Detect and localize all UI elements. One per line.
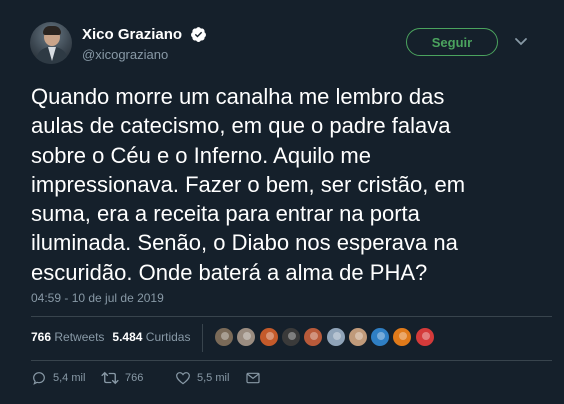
author-handle[interactable]: @xicograziano (82, 47, 168, 62)
like-count: 5,5 mil (197, 372, 230, 384)
mail-icon (246, 372, 260, 384)
liker-avatar[interactable] (280, 327, 301, 347)
tweet-line: sobre o Céu e o Inferno. Aquilo me (31, 142, 371, 168)
retweet-count: 766 (125, 372, 144, 384)
chevron-down-icon[interactable] (514, 37, 528, 47)
liker-avatar[interactable] (236, 327, 257, 347)
liker-avatar[interactable] (414, 327, 435, 347)
author-name[interactable]: Xico Graziano (82, 26, 182, 43)
retweet-button[interactable]: 766 (101, 370, 143, 386)
tweet-text: Quando morre um canalha me lembro das au… (31, 82, 551, 287)
retweets-stat[interactable]: 766 Retweets (31, 330, 104, 344)
action-bar: 5,4 mil 766 5,5 mil (31, 370, 331, 390)
liker-avatar[interactable] (214, 327, 234, 347)
likes-stat[interactable]: 5.484 Curtidas (112, 330, 190, 344)
liker-avatar[interactable] (258, 327, 279, 347)
liker-avatar[interactable] (303, 327, 324, 347)
tweet-line: escuridão. Onde baterá a alma de PHA? (31, 259, 428, 285)
reply-button[interactable]: 5,4 mil (31, 370, 85, 386)
tweet-line: aulas de catecismo, em que o padre falav… (31, 113, 451, 139)
engagement-stats: 766 Retweets 5.484 Curtidas (31, 330, 190, 344)
liker-avatar[interactable] (370, 327, 391, 347)
liker-avatar[interactable] (325, 327, 346, 347)
verified-badge-icon (191, 27, 206, 42)
reply-icon (33, 372, 45, 385)
heart-icon (176, 372, 190, 385)
liker-avatar[interactable] (392, 327, 413, 347)
follow-button[interactable]: Seguir (406, 28, 498, 56)
like-button[interactable]: 5,5 mil (175, 370, 229, 386)
tweet-line: impressionava. Fazer o bem, ser cristão,… (31, 171, 466, 197)
tweet-line: Quando morre um canalha me lembro das (31, 84, 445, 109)
tweet-line: iluminada. Senão, o Diabo nos esperava n… (31, 230, 458, 256)
retweet-icon (101, 371, 119, 385)
divider (31, 360, 552, 361)
divider (31, 316, 552, 317)
message-button[interactable] (245, 370, 267, 386)
reply-count: 5,4 mil (53, 372, 86, 384)
tweet-card: Xico Graziano @xicograziano Seguir Quand… (0, 0, 564, 404)
tweet-timestamp[interactable]: 04:59 - 10 de jul de 2019 (31, 291, 164, 305)
liker-avatar[interactable] (347, 327, 368, 347)
avatar[interactable] (30, 22, 72, 64)
tweet-line: suma, era a receita para entrar na porta (31, 201, 420, 227)
stats-divider (202, 324, 203, 352)
